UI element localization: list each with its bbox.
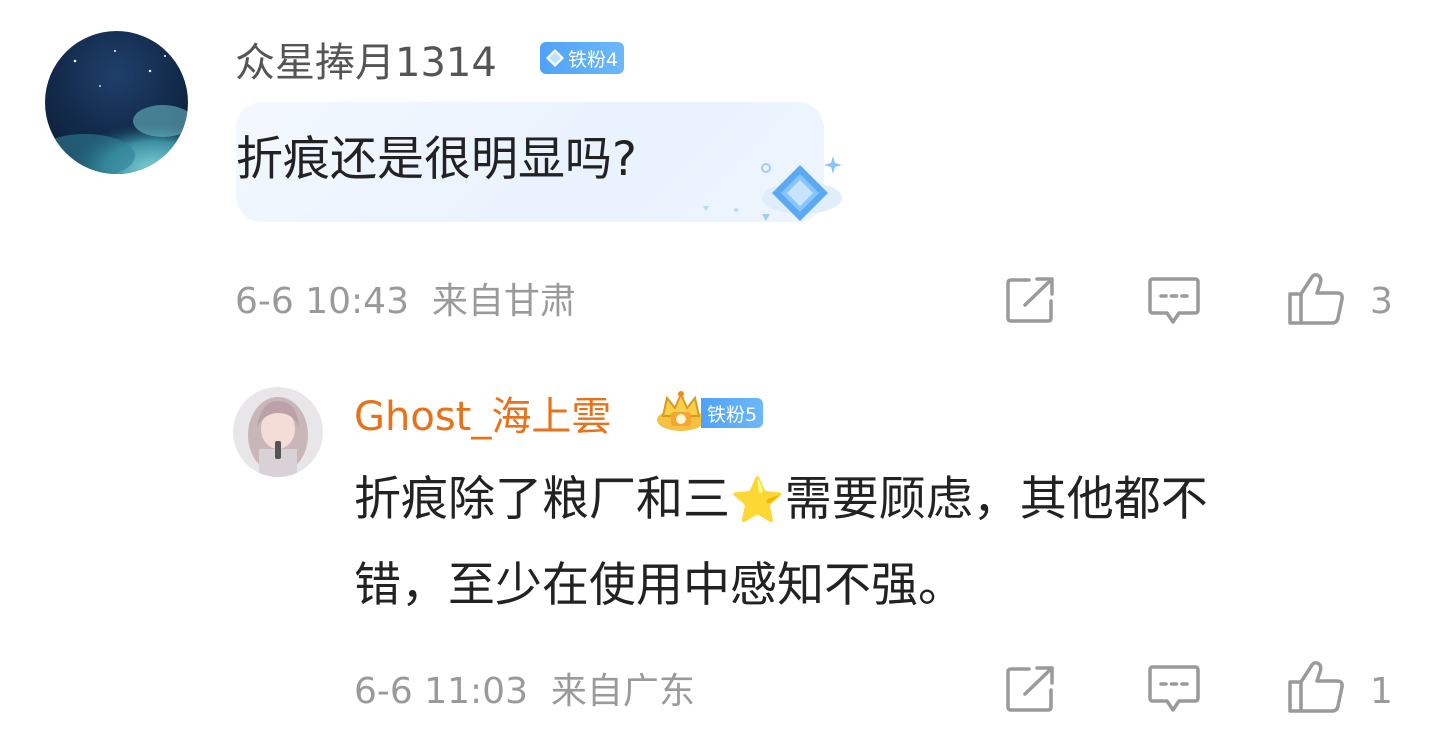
comment-text-part: 需要顾虑，其他都不 — [784, 472, 1208, 527]
diamond-icon — [546, 49, 564, 67]
like-count: 1 — [1370, 671, 1393, 712]
comment-text: 折痕除了粮厂和三⭐需要顾虑，其他都不 — [354, 460, 1208, 541]
share-button[interactable] — [1005, 276, 1057, 324]
share-icon — [1006, 666, 1054, 712]
location: 来自广东 — [550, 671, 695, 712]
comment-meta: 6-6 10:43 来自甘肃 — [235, 280, 576, 324]
timestamp: 6-6 10:43 — [235, 281, 409, 322]
comment-text: 错，至少在使用中感知不强。 — [354, 558, 965, 613]
location: 来自甘肃 — [431, 281, 576, 322]
badge-label: 铁粉4 — [568, 48, 619, 71]
comment-button[interactable] — [1147, 276, 1201, 326]
share-icon — [1006, 277, 1054, 323]
comment-icon — [1148, 665, 1200, 712]
crown-icon — [657, 391, 705, 431]
comment-button[interactable] — [1147, 664, 1201, 714]
comment-text-part: 折痕除了粮厂和三 — [354, 472, 730, 527]
avatar[interactable] — [233, 387, 323, 477]
thumbs-up-icon — [1288, 272, 1344, 325]
comment-meta: 6-6 11:03 来自广东 — [354, 670, 695, 714]
diamond-icon — [703, 156, 842, 221]
fan-badge[interactable]: 铁粉4 — [540, 42, 625, 74]
like-button[interactable] — [1287, 272, 1347, 326]
share-button[interactable] — [1005, 665, 1057, 713]
username[interactable]: Ghost_海上雲 — [354, 393, 611, 441]
comment-text: 折痕还是很明显吗? — [236, 132, 637, 187]
thumbs-up-icon — [1288, 660, 1344, 713]
like-count: 3 — [1370, 281, 1393, 322]
username[interactable]: 众星捧月1314 — [235, 39, 497, 87]
avatar[interactable] — [45, 31, 188, 174]
comment-icon — [1148, 277, 1200, 324]
star-emoji: ⭐ — [730, 475, 785, 526]
badge-label: 铁粉5 — [707, 403, 758, 426]
timestamp: 6-6 11:03 — [354, 671, 528, 712]
like-button[interactable] — [1287, 660, 1347, 714]
fan-badge[interactable]: 铁粉5 — [655, 390, 780, 436]
